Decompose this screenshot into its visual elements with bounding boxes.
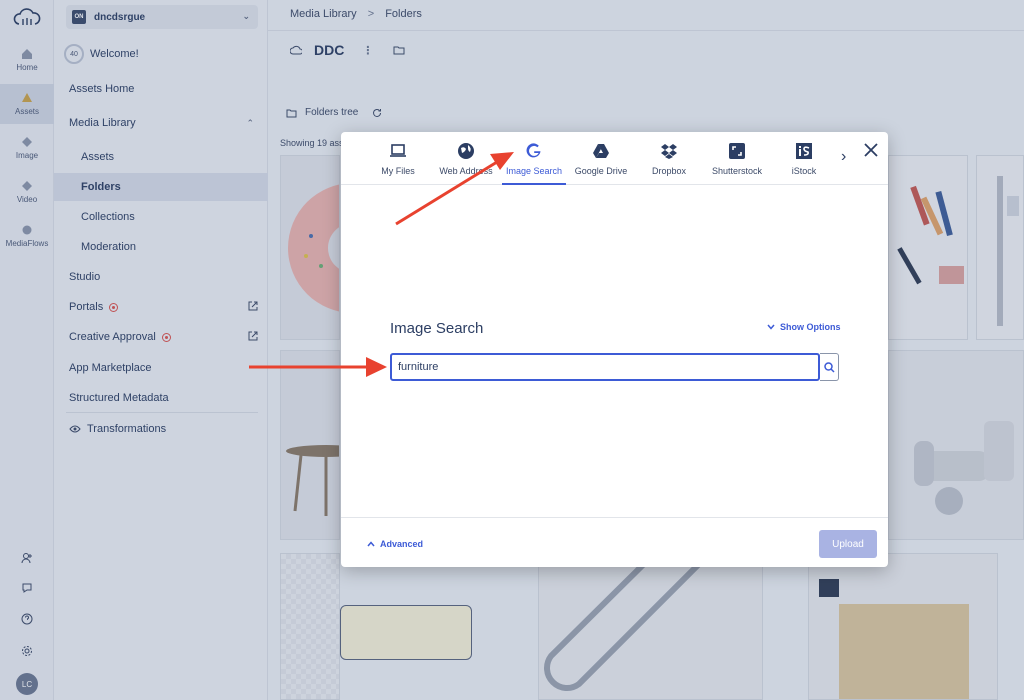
tab-my-files[interactable]: My Files — [377, 142, 419, 185]
image-search-input[interactable] — [390, 353, 820, 381]
search-button[interactable] — [820, 353, 839, 381]
tab-label: Google Drive — [574, 166, 628, 176]
tab-web-address[interactable]: Web Address — [437, 142, 495, 185]
tab-istock[interactable]: iStock — [787, 142, 821, 185]
google-drive-icon — [592, 142, 610, 160]
upload-button[interactable]: Upload — [819, 530, 877, 558]
globe-icon — [457, 142, 475, 160]
image-search-title: Image Search — [390, 320, 484, 337]
tab-dropbox[interactable]: Dropbox — [647, 142, 691, 185]
istock-icon — [795, 142, 813, 160]
tab-google-drive[interactable]: Google Drive — [573, 142, 629, 185]
show-options-label: Show Options — [780, 322, 841, 332]
laptop-icon — [389, 142, 407, 160]
search-icon — [823, 361, 835, 373]
tabs-next-button[interactable]: › — [841, 148, 853, 165]
upload-modal: My Files Web Address Image Search Google… — [341, 132, 888, 567]
modal-footer: Advanced Upload — [341, 517, 888, 567]
tab-label: Web Address — [439, 166, 493, 176]
tab-label: iStock — [791, 166, 817, 176]
tab-image-search[interactable]: Image Search — [502, 142, 566, 185]
tab-label: Image Search — [505, 166, 563, 176]
tab-label: My Files — [381, 166, 415, 176]
close-icon[interactable] — [863, 142, 879, 158]
advanced-label: Advanced — [380, 539, 424, 549]
shutterstock-icon — [728, 142, 746, 160]
google-icon — [525, 142, 543, 160]
show-options-toggle[interactable]: Show Options — [767, 322, 841, 332]
tab-shutterstock[interactable]: Shutterstock — [707, 142, 767, 185]
source-tabs: My Files Web Address Image Search Google… — [341, 132, 888, 185]
chevron-down-icon — [767, 324, 775, 330]
chevron-up-icon — [367, 541, 375, 547]
tab-label: Shutterstock — [711, 166, 763, 176]
advanced-toggle[interactable]: Advanced — [367, 539, 423, 549]
tab-label: Dropbox — [651, 166, 687, 176]
dropbox-icon — [660, 142, 678, 160]
